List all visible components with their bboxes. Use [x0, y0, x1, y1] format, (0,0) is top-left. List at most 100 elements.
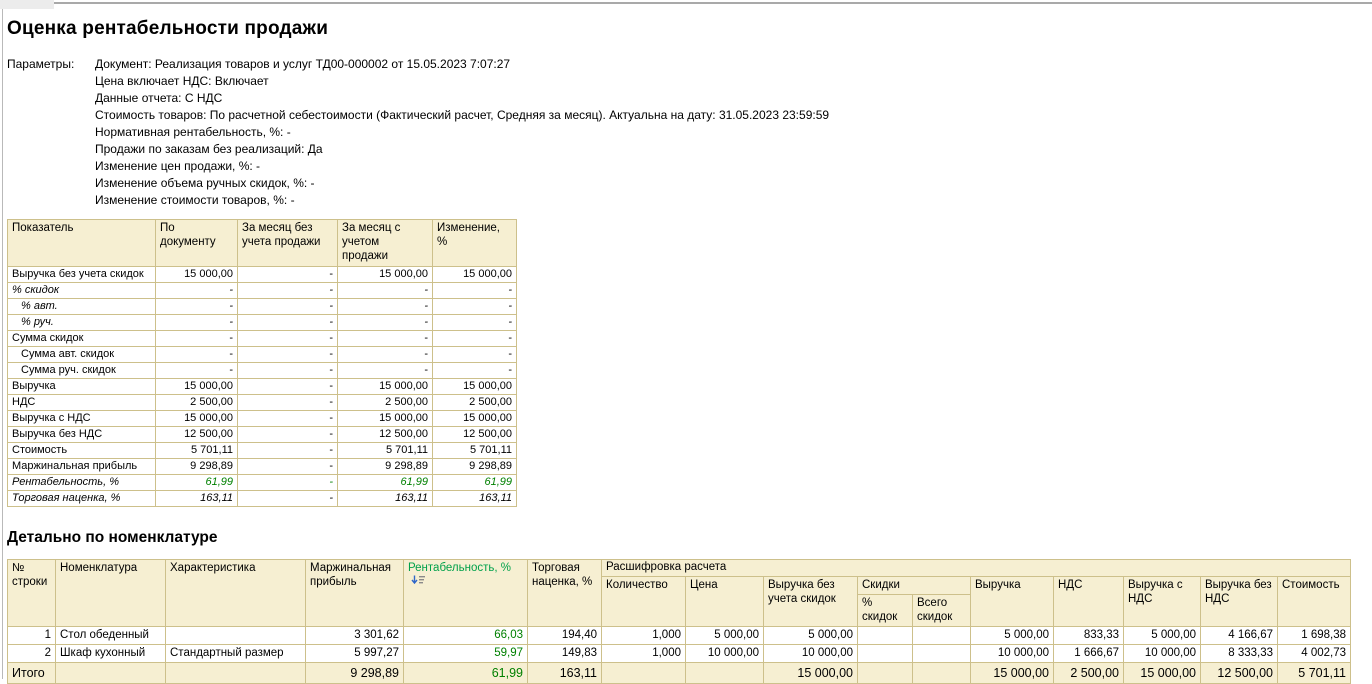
summary-cell[interactable]: -	[337, 362, 433, 379]
detail-cell[interactable]: 163,11	[527, 662, 602, 684]
summary-cell[interactable]: -	[237, 282, 338, 299]
summary-cell[interactable]: 15 000,00	[155, 410, 238, 427]
summary-cell[interactable]: 12 500,00	[432, 426, 517, 443]
detail-cell[interactable]: 833,33	[1053, 626, 1124, 645]
summary-row-label[interactable]: Выручка	[7, 378, 156, 395]
detail-column-header[interactable]: № строки	[7, 559, 56, 627]
detail-cell[interactable]: 5 000,00	[763, 626, 858, 645]
detail-column-header[interactable]: Выручка с НДС	[1123, 576, 1201, 627]
summary-row-label[interactable]: Рентабельность, %	[7, 474, 156, 491]
detail-cell[interactable]: 4 166,67	[1200, 626, 1278, 645]
summary-cell[interactable]: 15 000,00	[155, 378, 238, 395]
summary-cell[interactable]: 163,11	[337, 490, 433, 507]
summary-cell[interactable]: 12 500,00	[337, 426, 433, 443]
detail-cell[interactable]: 1	[7, 626, 56, 645]
summary-cell[interactable]: 61,99	[155, 474, 238, 491]
summary-cell[interactable]: 15 000,00	[432, 378, 517, 395]
summary-cell[interactable]: 15 000,00	[432, 410, 517, 427]
detail-cell[interactable]	[685, 662, 764, 684]
summary-cell[interactable]: -	[237, 298, 338, 315]
summary-cell[interactable]: 2 500,00	[337, 394, 433, 411]
detail-cell[interactable]	[857, 626, 913, 645]
summary-row-label[interactable]: Сумма скидок	[7, 330, 156, 347]
summary-cell[interactable]: -	[432, 298, 517, 315]
summary-row-label[interactable]: % авт.	[7, 298, 156, 315]
detail-column-header[interactable]: Стоимость	[1277, 576, 1351, 627]
detail-cell[interactable]: 1,000	[601, 644, 686, 663]
total-label[interactable]: Итого	[7, 662, 56, 684]
summary-column-header[interactable]: За месяц с учетом продажи	[337, 219, 433, 267]
summary-cell[interactable]: -	[237, 442, 338, 459]
summary-row-label[interactable]: % скидок	[7, 282, 156, 299]
detail-column-header[interactable]: Всего скидок	[912, 594, 971, 627]
detail-cell[interactable]: 59,97	[403, 644, 528, 663]
detail-cell[interactable]: 3 301,62	[305, 626, 404, 645]
summary-cell[interactable]: -	[432, 330, 517, 347]
detail-cell[interactable]: Стандартный размер	[165, 644, 306, 663]
detail-cell[interactable]: Шкаф кухонный	[55, 644, 166, 663]
summary-cell[interactable]: 15 000,00	[155, 266, 238, 283]
summary-cell[interactable]: 5 701,11	[432, 442, 517, 459]
detail-column-header[interactable]: Номенклатура	[55, 559, 166, 627]
detail-cell[interactable]	[55, 662, 166, 684]
detail-cell[interactable]	[857, 644, 913, 663]
detail-cell[interactable]	[912, 626, 971, 645]
detail-column-header[interactable]: Количество	[601, 576, 686, 627]
detail-cell[interactable]: 10 000,00	[763, 644, 858, 663]
detail-cell[interactable]: 66,03	[403, 626, 528, 645]
detail-cell[interactable]: 10 000,00	[970, 644, 1054, 663]
summary-cell[interactable]: -	[337, 314, 433, 331]
summary-column-header[interactable]: По документу	[155, 219, 238, 267]
summary-cell[interactable]: -	[337, 330, 433, 347]
summary-cell[interactable]: 15 000,00	[337, 378, 433, 395]
summary-cell[interactable]: -	[432, 362, 517, 379]
detail-cell[interactable]	[912, 644, 971, 663]
summary-cell[interactable]: 2 500,00	[155, 394, 238, 411]
summary-row-label[interactable]: Выручка с НДС	[7, 410, 156, 427]
summary-cell[interactable]: 5 701,11	[155, 442, 238, 459]
summary-cell[interactable]: 12 500,00	[155, 426, 238, 443]
summary-cell[interactable]: -	[337, 346, 433, 363]
summary-cell[interactable]: -	[337, 298, 433, 315]
summary-cell[interactable]: -	[237, 362, 338, 379]
summary-cell[interactable]: -	[237, 314, 338, 331]
detail-cell[interactable]	[857, 662, 913, 684]
detail-cell[interactable]	[165, 626, 306, 645]
group-header-calculation[interactable]: Расшифровка расчета	[601, 559, 1351, 577]
detail-cell[interactable]: 9 298,89	[305, 662, 404, 684]
summary-cell[interactable]: -	[237, 410, 338, 427]
detail-cell[interactable]: 5 000,00	[685, 626, 764, 645]
detail-cell[interactable]: 15 000,00	[970, 662, 1054, 684]
detail-cell[interactable]: 5 000,00	[1123, 626, 1201, 645]
detail-column-header[interactable]: Характеристика	[165, 559, 306, 627]
detail-cell[interactable]	[601, 662, 686, 684]
summary-row-label[interactable]: Маржинальная прибыль	[7, 458, 156, 475]
detail-cell[interactable]: 4 002,73	[1277, 644, 1351, 663]
detail-cell[interactable]: 10 000,00	[1123, 644, 1201, 663]
summary-cell[interactable]: 9 298,89	[432, 458, 517, 475]
summary-cell[interactable]: 15 000,00	[337, 410, 433, 427]
summary-cell[interactable]: -	[155, 330, 238, 347]
detail-column-header[interactable]: Выручка без учета скидок	[763, 576, 858, 627]
summary-row-label[interactable]: Выручка без учета скидок	[7, 266, 156, 283]
detail-cell[interactable]: 149,83	[527, 644, 602, 663]
detail-cell[interactable]: Стол обеденный	[55, 626, 166, 645]
summary-row-label[interactable]: Торговая наценка, %	[7, 490, 156, 507]
detail-column-header[interactable]: Рентабельность, %	[403, 559, 528, 627]
summary-cell[interactable]: 9 298,89	[337, 458, 433, 475]
detail-cell[interactable]: 12 500,00	[1200, 662, 1278, 684]
summary-row-label[interactable]: Сумма авт. скидок	[7, 346, 156, 363]
detail-cell[interactable]: 5 701,11	[1277, 662, 1351, 684]
summary-column-header[interactable]: Изменение, %	[432, 219, 517, 267]
detail-cell[interactable]: 15 000,00	[1123, 662, 1201, 684]
summary-cell[interactable]: -	[432, 346, 517, 363]
detail-cell[interactable]: 2	[7, 644, 56, 663]
detail-cell[interactable]: 1,000	[601, 626, 686, 645]
summary-row-label[interactable]: НДС	[7, 394, 156, 411]
summary-column-header[interactable]: За месяц без учета продажи	[237, 219, 338, 267]
summary-row-label[interactable]: Выручка без НДС	[7, 426, 156, 443]
summary-cell[interactable]: -	[432, 282, 517, 299]
summary-cell[interactable]: -	[155, 282, 238, 299]
detail-cell[interactable]	[165, 662, 306, 684]
summary-cell[interactable]: -	[237, 458, 338, 475]
